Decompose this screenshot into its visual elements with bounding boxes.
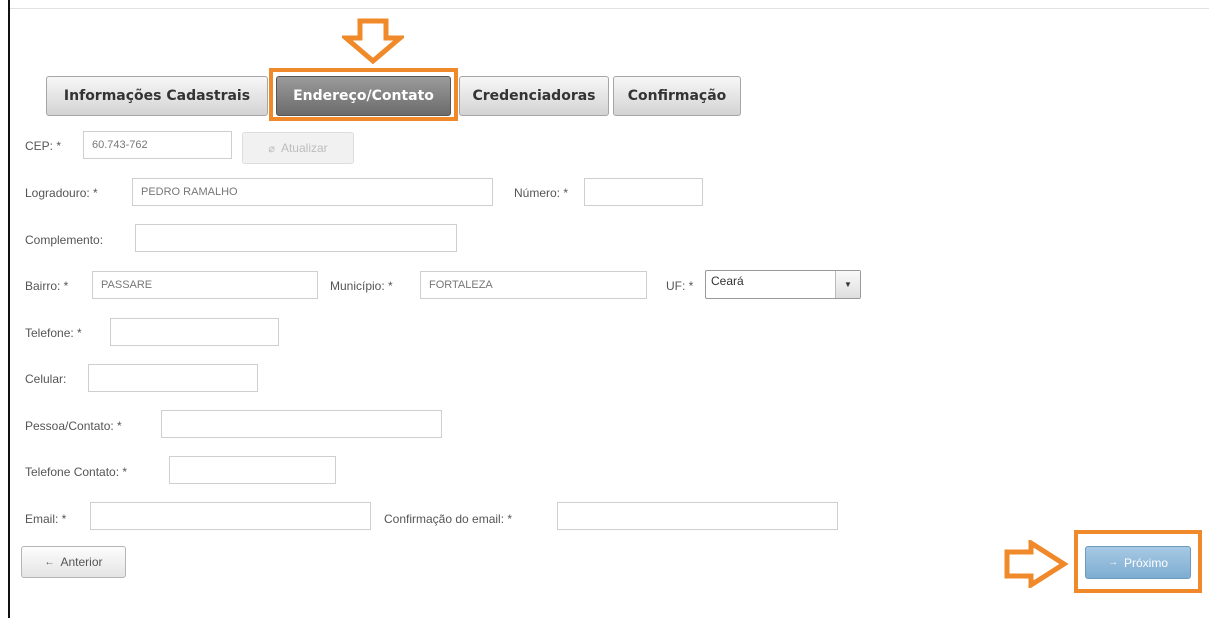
cep-label: CEP: * bbox=[25, 139, 62, 153]
chevron-down-icon[interactable]: ▼ bbox=[835, 271, 860, 298]
municipio-label: Município: * bbox=[330, 279, 393, 293]
annotation-arrow-down-icon bbox=[342, 18, 404, 64]
update-button-label: Atualizar bbox=[280, 141, 328, 155]
arrow-right-icon: → bbox=[1107, 557, 1118, 568]
next-button-label: Próximo bbox=[1123, 555, 1168, 570]
logradouro-label: Logradouro: * bbox=[25, 186, 98, 200]
tab-credenciadoras[interactable]: Credenciadoras bbox=[459, 76, 609, 116]
numero-label: Número: * bbox=[514, 186, 569, 200]
celular-input[interactable] bbox=[88, 364, 258, 392]
cep-input[interactable] bbox=[83, 131, 232, 159]
annotation-arrow-right-icon bbox=[1004, 540, 1069, 588]
telefone-label: Telefone: * bbox=[25, 326, 82, 340]
update-button[interactable]: ⌀ Atualizar bbox=[242, 132, 354, 164]
bairro-input[interactable] bbox=[92, 271, 318, 299]
tab-endereco-contato[interactable]: Endereço/Contato bbox=[276, 76, 451, 116]
refresh-icon: ⌀ bbox=[268, 142, 275, 155]
email-confirm-label: Confirmação do email: * bbox=[384, 512, 513, 526]
complemento-input[interactable] bbox=[135, 224, 457, 252]
top-divider bbox=[10, 8, 1209, 9]
telefone-input[interactable] bbox=[110, 318, 279, 346]
arrow-left-icon: ← bbox=[44, 556, 55, 568]
next-button[interactable]: → Próximo bbox=[1085, 546, 1191, 579]
email-label: Email: * bbox=[25, 512, 67, 526]
municipio-input[interactable] bbox=[420, 271, 647, 299]
pessoa-contato-label: Pessoa/Contato: * bbox=[25, 419, 122, 433]
email-input[interactable] bbox=[90, 502, 371, 530]
complemento-label: Complemento: bbox=[25, 233, 104, 247]
numero-input[interactable] bbox=[584, 178, 703, 206]
pessoa-contato-input[interactable] bbox=[161, 410, 442, 438]
tab-informacoes-cadastrais[interactable]: Informações Cadastrais bbox=[46, 76, 268, 116]
uf-select[interactable]: Ceará ▼ bbox=[705, 270, 861, 299]
celular-label: Celular: bbox=[25, 372, 67, 386]
uf-select-value: Ceará bbox=[711, 274, 744, 288]
telefone-contato-input[interactable] bbox=[169, 456, 336, 484]
uf-label: UF: * bbox=[666, 279, 694, 293]
previous-button[interactable]: ← Anterior bbox=[21, 546, 126, 578]
tab-confirmacao[interactable]: Confirmação bbox=[613, 76, 741, 116]
logradouro-input[interactable] bbox=[132, 178, 493, 206]
bairro-label: Bairro: * bbox=[25, 279, 69, 293]
email-confirm-input[interactable] bbox=[557, 502, 838, 530]
previous-button-label: Anterior bbox=[60, 555, 103, 569]
telefone-contato-label: Telefone Contato: * bbox=[25, 465, 128, 479]
